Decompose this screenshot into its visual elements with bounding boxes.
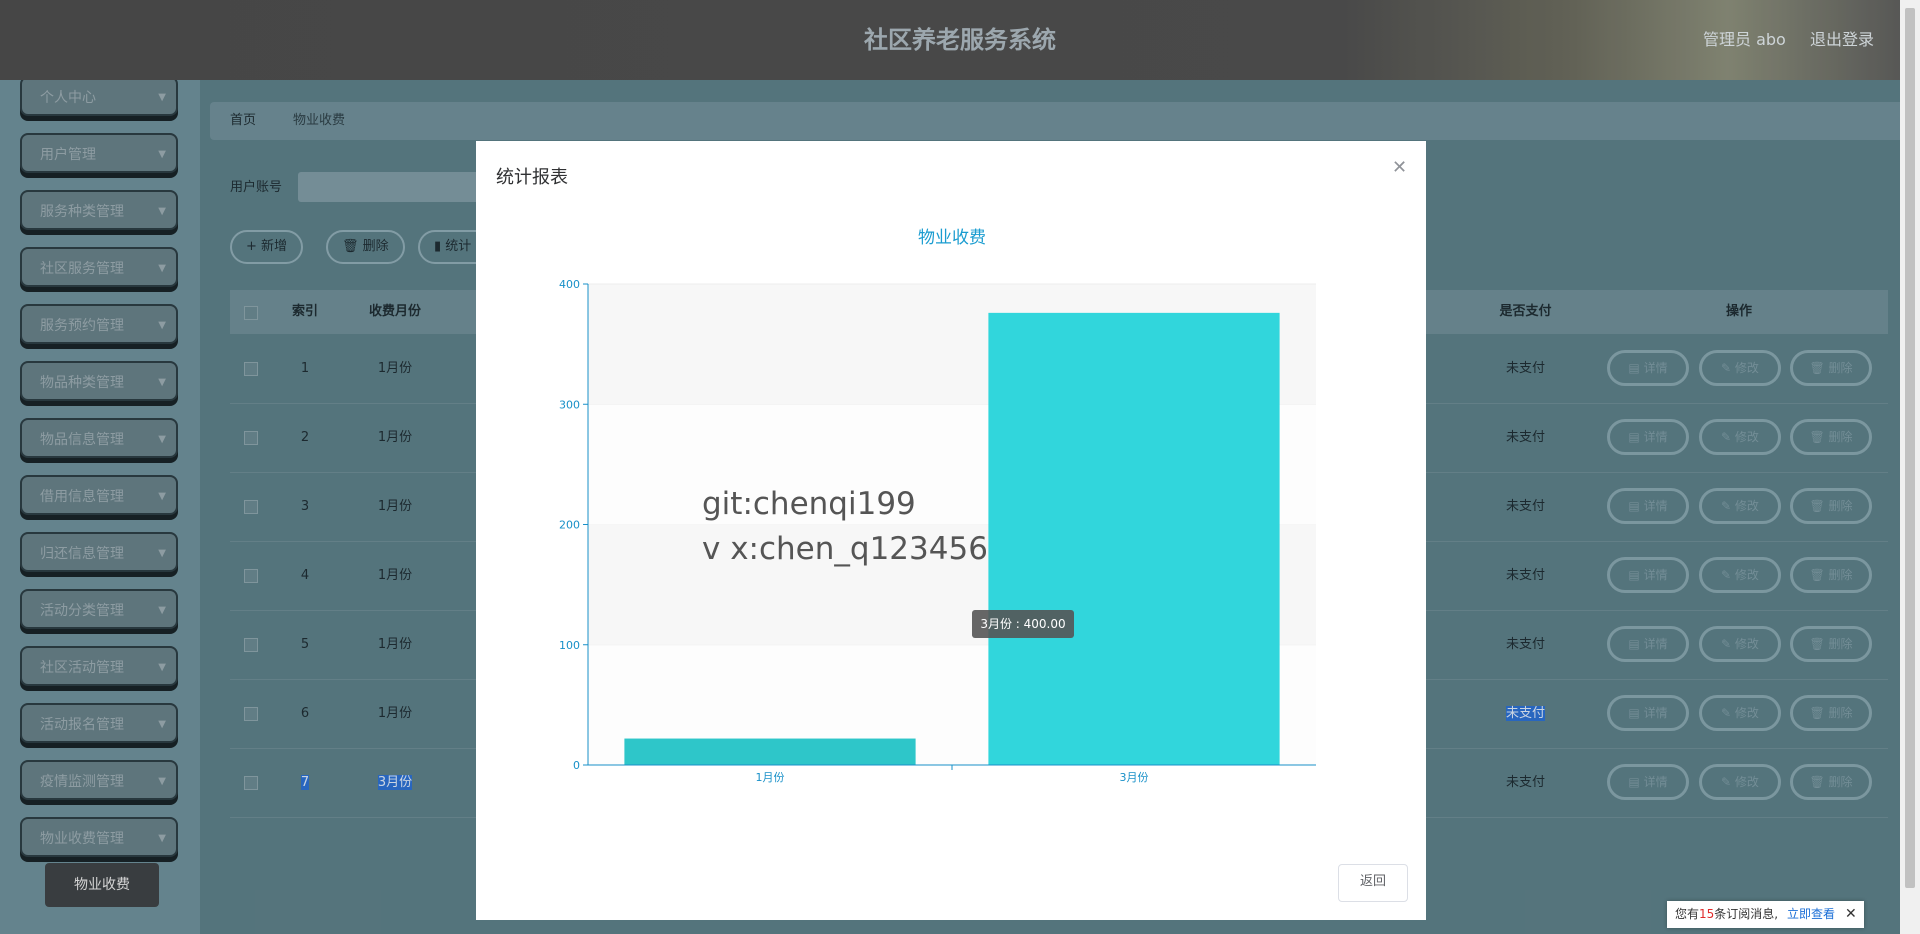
notice-view-link[interactable]: 立即查看 [1787,901,1835,928]
x-tick-label: 1月份 [756,771,785,784]
bar [624,738,916,765]
x-tick-label: 3月份 [1120,771,1149,784]
y-tick-label: 300 [559,398,580,411]
notice-count: 15 [1699,907,1715,921]
bar-chart: 物业收费 0 100 200 300 400 1月份 3月份 3月份 : 400.00 [559,228,1316,784]
watermark-line-1: git:chenqi199 [702,486,916,522]
bar [988,312,1280,765]
chart-title: 物业收费 [918,228,986,248]
return-button[interactable]: 返回 [1338,864,1408,902]
y-tick-label: 0 [573,759,580,772]
y-tick-label: 400 [559,278,580,291]
scroll-thumb[interactable] [1905,8,1915,888]
notice-text: 您有15条订阅消息, [1675,901,1778,928]
notice-close-icon[interactable]: ✕ [1845,901,1857,928]
page-scrollbar[interactable] [1900,0,1920,934]
y-tick-label: 100 [559,639,580,652]
notice-prefix: 您有 [1675,907,1700,921]
tooltip-text: 3月份 : 400.00 [980,617,1065,631]
watermark-line-2: v x:chen_q123456 [702,531,988,567]
stats-modal: 统计报表 ✕ 物业收费 0 100 200 300 400 1月份 3月份 3月份 : 400.… [476,141,1426,920]
y-tick-label: 200 [559,519,580,532]
subscription-notice: 您有15条订阅消息, 立即查看 ✕ [1667,901,1864,928]
notice-suffix: 条订阅消息, [1714,907,1779,921]
